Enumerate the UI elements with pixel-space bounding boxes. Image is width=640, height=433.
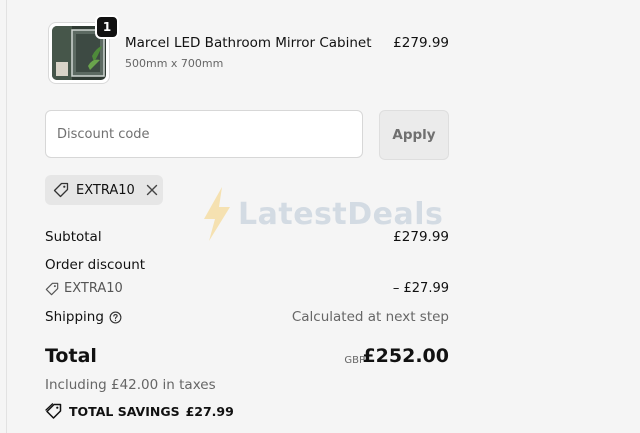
- tag-icon: [53, 182, 69, 198]
- help-circle-icon[interactable]: [109, 311, 122, 324]
- product-variant: 500mm x 700mm: [125, 57, 224, 70]
- total-savings: TOTAL SAVINGS £27.99: [45, 403, 234, 419]
- discount-code-input[interactable]: [45, 110, 363, 158]
- discount-value: – £27.99: [392, 281, 449, 296]
- product-name: Marcel LED Bathroom Mirror Cabinet: [125, 35, 372, 51]
- order-summary: 1 Marcel LED Bathroom Mirror Cabinet 500…: [45, 0, 449, 433]
- shipping-label: Shipping: [45, 309, 104, 325]
- panel-border: [6, 0, 7, 433]
- savings-tag-icon: [45, 403, 63, 419]
- savings-label: TOTAL SAVINGS: [69, 403, 180, 419]
- total-value: £252.00: [362, 345, 449, 367]
- watermark-text: LatestDeals: [238, 196, 444, 232]
- close-icon[interactable]: [145, 183, 159, 197]
- applied-code-label: EXTRA10: [76, 182, 135, 198]
- line-item: 1 Marcel LED Bathroom Mirror Cabinet 500…: [45, 14, 449, 86]
- subtotal-value: £279.99: [393, 229, 449, 245]
- shipping-row: Shipping Calculated at next step: [45, 309, 449, 325]
- product-price: £279.99: [393, 35, 449, 51]
- subtotal-label: Subtotal: [45, 229, 102, 245]
- apply-discount-button[interactable]: Apply: [379, 110, 449, 160]
- subtotal-row: Subtotal £279.99: [45, 229, 449, 245]
- quantity-badge: 1: [95, 15, 119, 39]
- applied-discount-chip: EXTRA10: [45, 175, 163, 205]
- order-discount-row: Order discount: [45, 257, 449, 273]
- tag-icon: [45, 282, 59, 296]
- total-label: Total: [45, 345, 97, 367]
- discount-code-row: EXTRA10 – £27.99: [45, 281, 449, 296]
- shipping-value: Calculated at next step: [291, 309, 449, 325]
- order-discount-label: Order discount: [45, 257, 146, 273]
- taxes-note: Including £42.00 in taxes: [45, 377, 216, 393]
- savings-value: £27.99: [185, 403, 234, 419]
- discount-code-label: EXTRA10: [64, 281, 123, 296]
